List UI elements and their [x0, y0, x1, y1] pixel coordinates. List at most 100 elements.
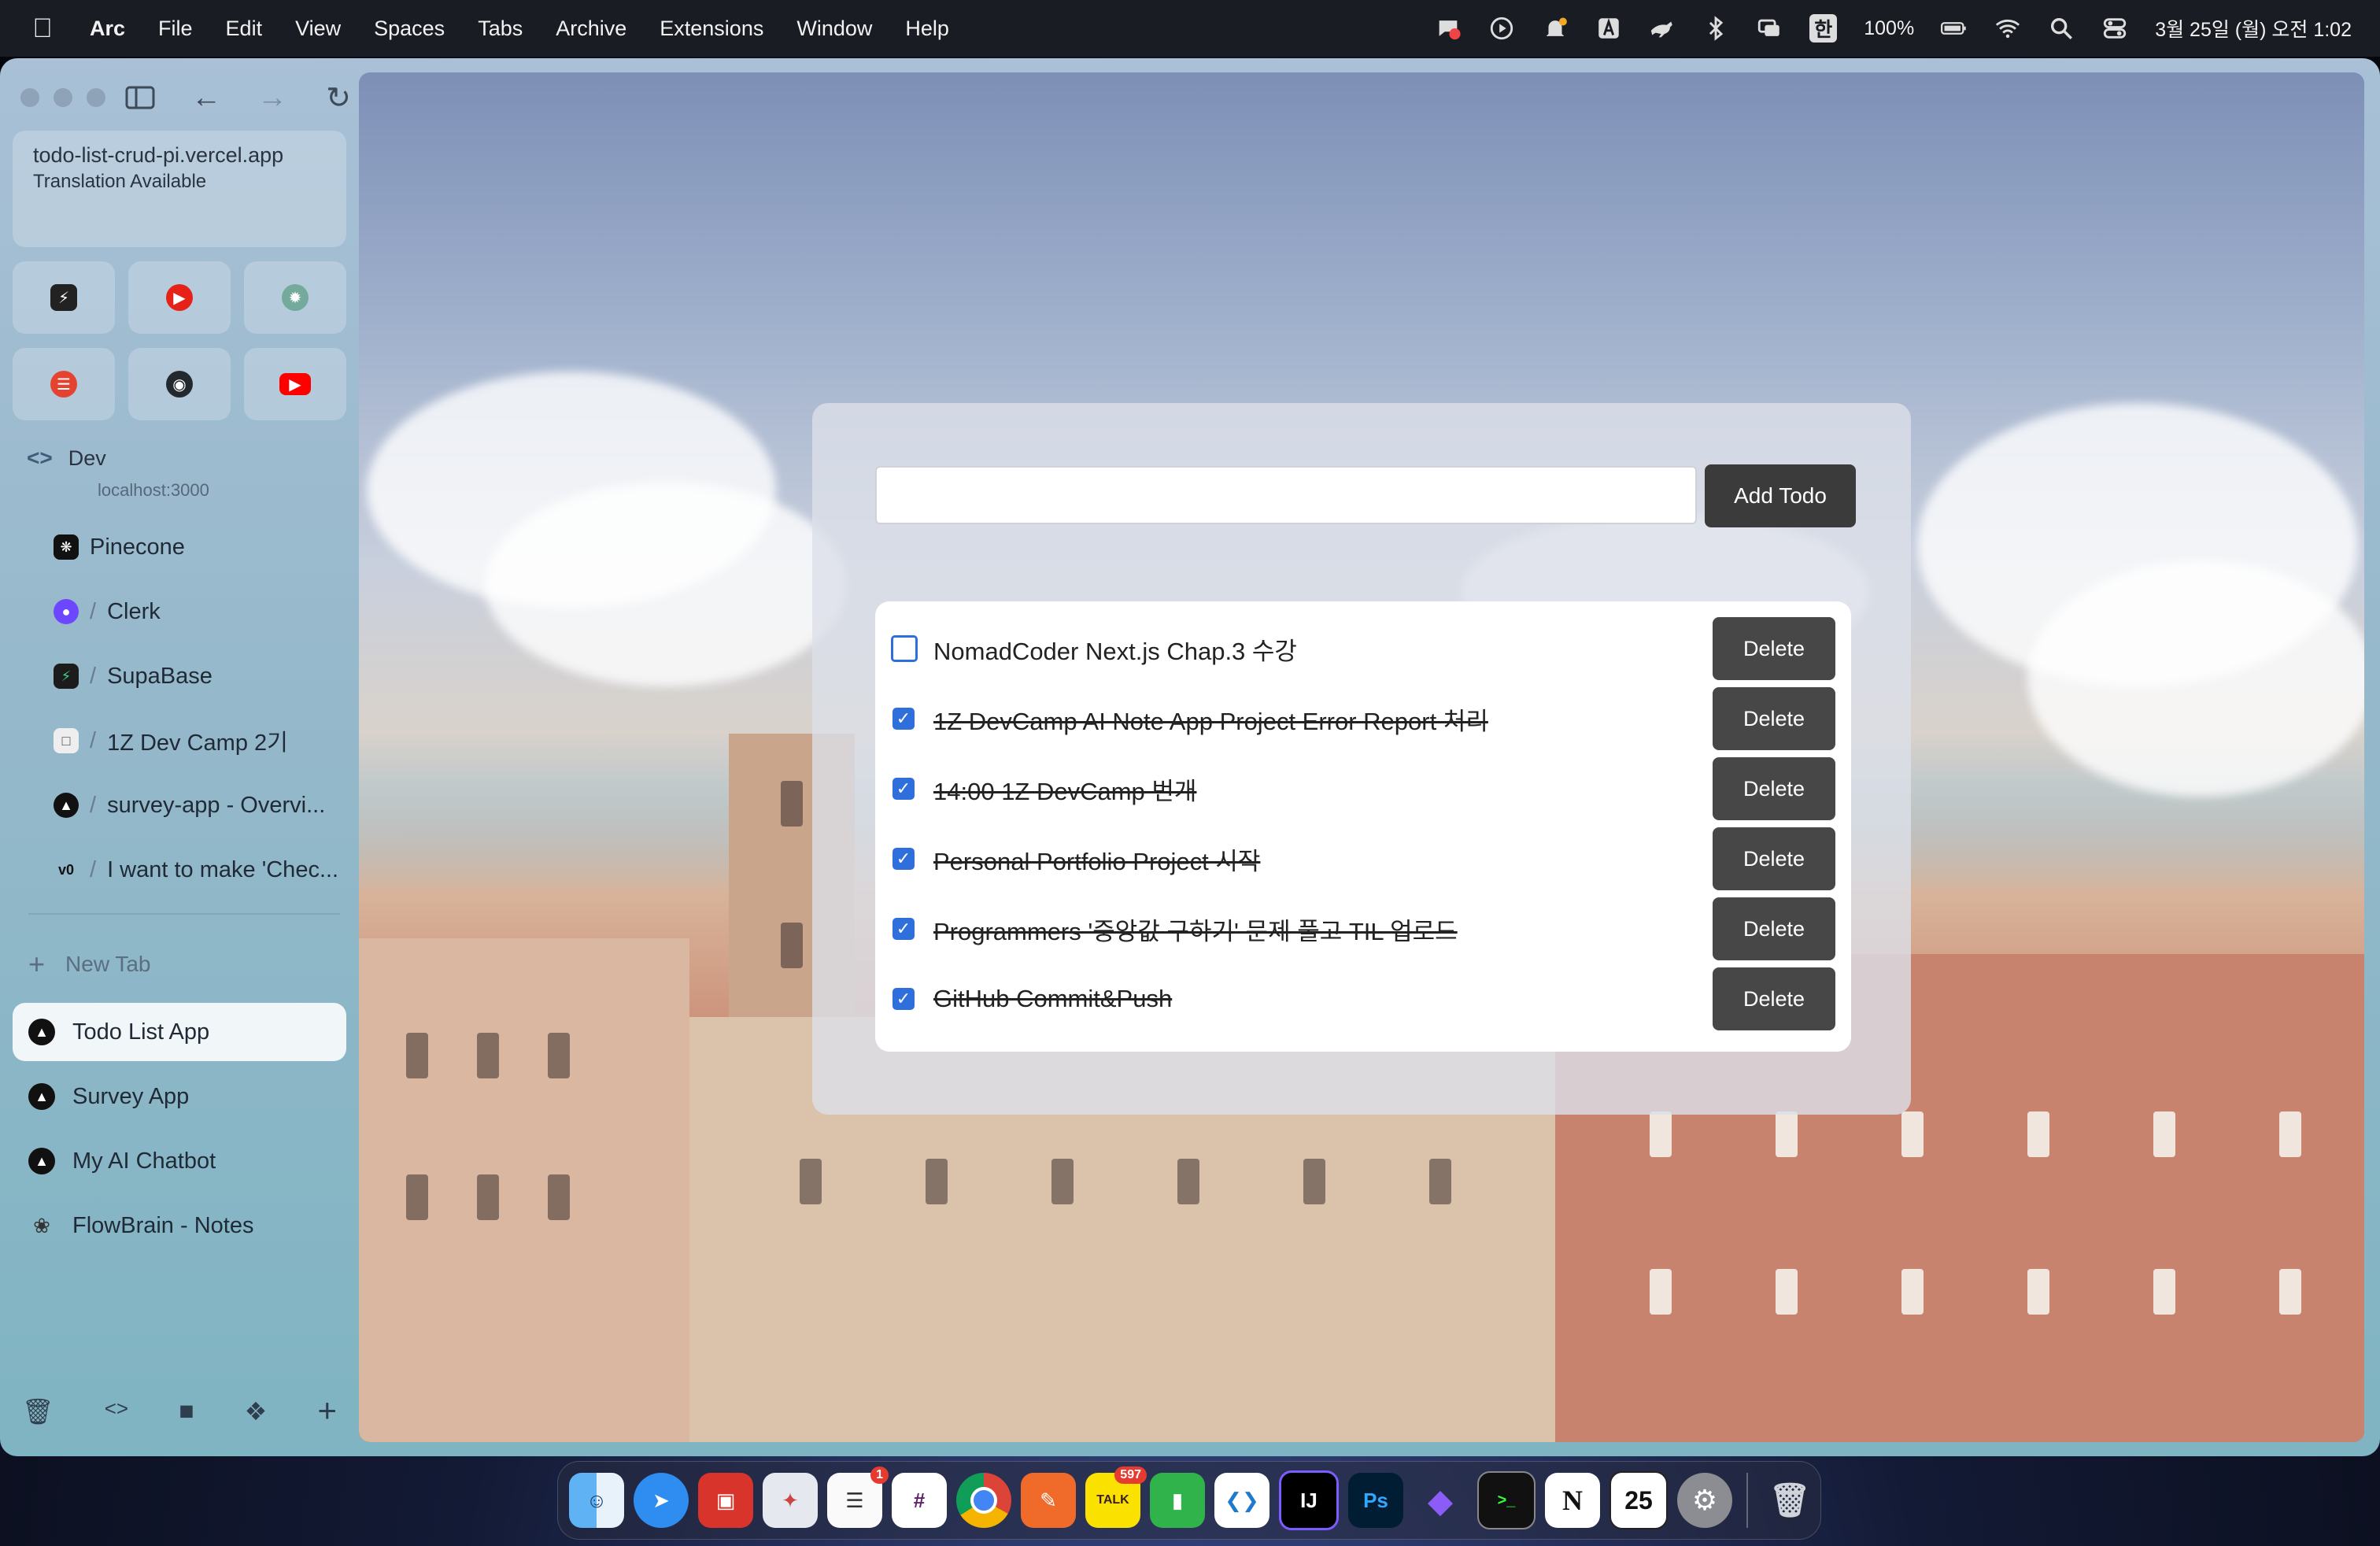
building-window	[1776, 1111, 1798, 1157]
todo-checkbox[interactable]: ✓	[893, 848, 915, 870]
tab-survey-app[interactable]: ▲ Survey App	[13, 1067, 346, 1126]
archive-icon[interactable]: 🗑	[22, 1396, 54, 1429]
obsidian-icon[interactable]: ◆	[1413, 1473, 1468, 1528]
pinned-item-pinecone[interactable]: ❋ Pinecone	[13, 515, 346, 579]
pinecone-icon: ❋	[54, 534, 79, 560]
forward-arrow-icon[interactable]: →	[253, 79, 291, 117]
space-square-icon[interactable]: ■	[179, 1396, 194, 1429]
pinned-item-v0-chat[interactable]: v0 / I want to make 'Chec...	[13, 838, 346, 902]
pinned-item-clerk[interactable]: ● / Clerk	[13, 579, 346, 644]
delete-button[interactable]: Delete	[1713, 967, 1835, 1030]
pinned-item-devcamp[interactable]: □ / 1Z Dev Camp 2기	[13, 708, 346, 773]
todo-text: Programmers '중앙값 구하기' 문제 풀고 TIL 업로드	[933, 917, 1458, 945]
trash-icon[interactable]: 🗑	[1762, 1473, 1817, 1528]
screen-mirror-icon[interactable]	[1756, 15, 1783, 42]
vercel-icon: ▲	[54, 793, 79, 818]
chat-status-icon[interactable]	[1435, 15, 1462, 42]
todo-checkbox[interactable]	[891, 635, 918, 662]
close-window-button[interactable]	[20, 88, 39, 107]
pinned-item-label: survey-app - Overvi...	[107, 792, 326, 818]
finder-icon[interactable]: ☺	[569, 1473, 624, 1528]
menu-view[interactable]: View	[295, 17, 341, 41]
battery-icon[interactable]	[1941, 15, 1968, 42]
zoom-window-button[interactable]	[87, 88, 105, 107]
v0-icon: v0	[57, 861, 75, 878]
system-settings-icon[interactable]: ⚙	[1677, 1473, 1732, 1528]
pinned-item-survey-overview[interactable]: ▲ / survey-app - Overvi...	[13, 773, 346, 838]
pen-tool-icon[interactable]: ✎	[1021, 1473, 1076, 1528]
add-todo-button[interactable]: Add Todo	[1705, 464, 1856, 527]
notification-bell-icon[interactable]	[1542, 15, 1569, 42]
menu-window[interactable]: Window	[796, 17, 872, 41]
space-header[interactable]: <> Dev	[27, 446, 106, 471]
minimize-window-button[interactable]	[54, 88, 72, 107]
slack-icon[interactable]: #	[892, 1473, 947, 1528]
calendar-icon[interactable]: 25	[1609, 1471, 1668, 1529]
play-icon[interactable]	[1488, 15, 1515, 42]
back-arrow-icon[interactable]: ←	[187, 79, 225, 117]
delete-button[interactable]: Delete	[1713, 687, 1835, 750]
delete-button[interactable]: Delete	[1713, 897, 1835, 960]
menu-file[interactable]: File	[158, 17, 193, 41]
todo-checkbox[interactable]: ✓	[893, 778, 915, 800]
tab-flowbrain-notes[interactable]: ❀ FlowBrain - Notes	[13, 1196, 346, 1255]
control-center-icon[interactable]	[2101, 15, 2128, 42]
vscode-icon[interactable]: ❮❯	[1214, 1473, 1269, 1528]
launchpad-icon[interactable]: ✦	[763, 1473, 818, 1528]
menu-help[interactable]: Help	[905, 17, 949, 41]
preview-icon[interactable]: ▣	[698, 1473, 753, 1528]
favorite-tile[interactable]: ☰	[13, 348, 115, 420]
reload-icon[interactable]: ↻	[320, 79, 357, 117]
todo-checkbox[interactable]: ✓	[893, 988, 915, 1010]
safari-icon[interactable]: ➤	[634, 1473, 689, 1528]
favorite-tile[interactable]: ✹	[244, 261, 346, 334]
photoshop-icon[interactable]: Ps	[1348, 1473, 1403, 1528]
pinned-item-label: Pinecone	[90, 534, 185, 560]
tab-todo-list-app[interactable]: ▲ Todo List App	[13, 1003, 346, 1061]
input-language-badge[interactable]: 한	[1809, 14, 1838, 43]
building-window	[2153, 1111, 2175, 1157]
terminal-icon[interactable]: >_	[1477, 1471, 1536, 1529]
add-space-icon[interactable]: +	[317, 1392, 337, 1429]
pinned-tabs: ❋ Pinecone ● / Clerk ⚡ / SupaBase □ / 1Z…	[13, 515, 346, 902]
wifi-icon[interactable]	[1994, 15, 2021, 42]
favorite-tile[interactable]: ◉	[128, 348, 231, 420]
dev-space-icon[interactable]: <>	[105, 1396, 128, 1429]
favorite-tile[interactable]: ⚡	[13, 261, 115, 334]
numbers-icon[interactable]: ▮	[1150, 1473, 1205, 1528]
url-bar[interactable]: todo-list-crud-pi.vercel.app Translation…	[13, 131, 346, 247]
new-tab-button[interactable]: + New Tab	[28, 948, 150, 981]
kakaotalk-icon[interactable]: TALK 597	[1085, 1466, 1147, 1528]
intellij-icon[interactable]: IJ	[1279, 1470, 1339, 1530]
menu-spaces[interactable]: Spaces	[374, 17, 445, 41]
delete-button[interactable]: Delete	[1713, 757, 1835, 820]
space-turtle-icon[interactable]: ❖	[245, 1396, 268, 1429]
text-a-icon[interactable]	[1595, 15, 1622, 42]
running-cat-icon[interactable]	[1649, 15, 1676, 42]
menu-datetime[interactable]: 3월 25일 (월) 오전 1:02	[2155, 14, 2352, 43]
nav-controls: ← → ↻	[121, 79, 357, 117]
todo-checkbox[interactable]: ✓	[893, 918, 915, 940]
todo-input[interactable]	[875, 466, 1697, 524]
translation-available-text[interactable]: Translation Available	[33, 171, 326, 193]
menu-app-name[interactable]: Arc	[90, 17, 125, 41]
todo-checkbox[interactable]: ✓	[893, 708, 915, 730]
menu-edit[interactable]: Edit	[226, 17, 263, 41]
spotlight-search-icon[interactable]	[2048, 15, 2075, 42]
chrome-icon[interactable]	[956, 1473, 1011, 1528]
delete-button[interactable]: Delete	[1713, 617, 1835, 680]
favorite-tile[interactable]: ▶	[244, 348, 346, 420]
apple-icon[interactable]: 	[28, 13, 57, 44]
menu-extensions[interactable]: Extensions	[660, 17, 763, 41]
notion-icon[interactable]: N	[1545, 1473, 1600, 1528]
bluetooth-icon[interactable]	[1702, 15, 1729, 42]
menu-archive[interactable]: Archive	[556, 17, 626, 41]
tab-my-ai-chatbot[interactable]: ▲ My AI Chatbot	[13, 1132, 346, 1190]
menu-tabs[interactable]: Tabs	[478, 17, 523, 41]
background-building	[359, 938, 689, 1442]
pinned-item-supabase[interactable]: ⚡ / SupaBase	[13, 644, 346, 708]
reminders-icon[interactable]: ☰ 1	[827, 1466, 889, 1528]
favorite-tile[interactable]: ▶	[128, 261, 231, 334]
delete-button[interactable]: Delete	[1713, 827, 1835, 890]
sidebar-toggle-icon[interactable]	[121, 79, 159, 117]
